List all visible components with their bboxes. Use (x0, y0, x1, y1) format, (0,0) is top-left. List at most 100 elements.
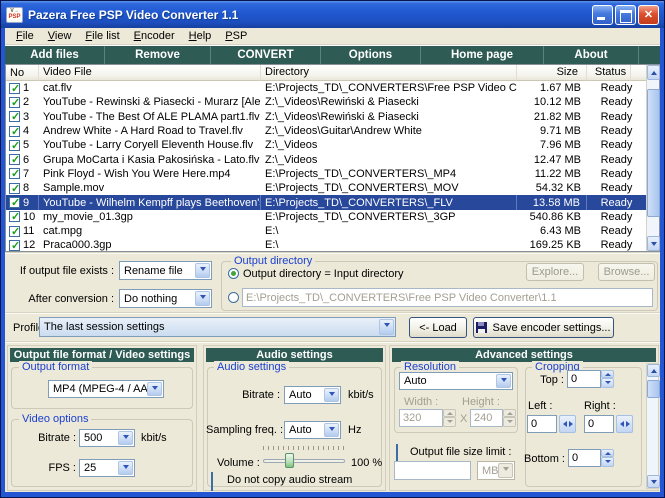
crop-top-spinner[interactable] (601, 370, 614, 388)
crop-top-input[interactable] (567, 370, 601, 388)
close-button[interactable] (638, 5, 659, 25)
video-file-cell: Grupa MoCarta i Kasia Pakosińska - Lato.… (39, 154, 261, 166)
maximize-button[interactable] (615, 5, 636, 25)
no-copy-audio-checkbox[interactable] (211, 472, 213, 491)
menu-file[interactable]: File (9, 29, 41, 43)
after-combobox[interactable]: Do nothing (119, 289, 212, 308)
table-row[interactable]: 11 cat.mpg E:\ 6.43 MB Ready (6, 224, 646, 238)
table-row[interactable]: 3 YouTube - The Best Of ALE PLAMA part1.… (6, 110, 646, 124)
volume-slider[interactable] (263, 459, 345, 463)
row-checkbox[interactable] (9, 183, 20, 194)
crop-left-arrows[interactable] (559, 415, 576, 433)
advanced-scrollbar[interactable] (646, 363, 659, 489)
table-row-selected[interactable]: 9 YouTube - Wilhelm Kempff plays Beethov… (6, 195, 646, 209)
row-checkbox[interactable] (9, 97, 20, 108)
table-row[interactable]: 5 YouTube - Larry Coryell Eleventh House… (6, 138, 646, 152)
column-header-video-file[interactable]: Video File (39, 65, 261, 81)
status-cell: Ready (587, 154, 646, 166)
scroll-up-icon[interactable] (647, 364, 660, 377)
scroll-up-icon[interactable] (647, 65, 660, 80)
scroll-down-icon[interactable] (647, 475, 660, 488)
row-checkbox[interactable] (9, 140, 20, 151)
add-files-button[interactable]: Add files (5, 46, 105, 64)
browse-button[interactable]: Browse... (598, 263, 655, 281)
height-spinner[interactable] (503, 409, 516, 427)
column-header-size[interactable]: Size (517, 65, 587, 81)
crop-bottom-spinner[interactable] (601, 449, 614, 467)
home-page-button[interactable]: Home page (421, 46, 544, 64)
chevron-down-icon[interactable] (195, 263, 210, 278)
row-checkbox[interactable] (9, 126, 20, 137)
title-bar[interactable]: V→ PSP Pazera Free PSP Video Converter 1… (1, 1, 664, 28)
height-input[interactable] (470, 409, 503, 427)
width-spinner[interactable] (443, 409, 456, 427)
video-file-cell: cat.flv (39, 82, 261, 94)
menu-encoder[interactable]: Encoder (127, 29, 182, 43)
row-checkbox[interactable] (9, 197, 20, 208)
menu-view[interactable]: View (41, 29, 79, 43)
chevron-down-icon[interactable] (195, 291, 210, 306)
menu-psp[interactable]: PSP (218, 29, 254, 43)
width-input[interactable] (399, 409, 443, 427)
audio-bitrate-combobox[interactable]: Auto (284, 386, 341, 404)
remove-button[interactable]: Remove (105, 46, 211, 64)
crop-bottom-input[interactable] (568, 449, 601, 467)
chevron-down-icon[interactable] (379, 319, 394, 335)
table-row[interactable]: 12 Praca000.3gp E:\ 169.25 KB Ready (6, 238, 646, 252)
table-row[interactable]: 4 Andrew White - A Hard Road to Travel.f… (6, 124, 646, 138)
row-checkbox[interactable] (9, 211, 20, 222)
row-checkbox[interactable] (9, 83, 20, 94)
scrollbar-thumb[interactable] (647, 380, 660, 398)
crop-right-arrows[interactable] (616, 415, 633, 433)
chevron-down-icon[interactable] (324, 388, 339, 402)
minimize-button[interactable] (592, 5, 613, 25)
volume-slider-thumb[interactable] (285, 453, 294, 468)
row-checkbox[interactable] (9, 226, 20, 237)
explore-button[interactable]: Explore... (526, 263, 584, 281)
table-row[interactable]: 6 Grupa MoCarta i Kasia Pakosińska - Lat… (6, 152, 646, 166)
audio-panel-header: Audio settings (206, 348, 383, 362)
row-checkbox[interactable] (9, 111, 20, 122)
column-header-no[interactable]: No (6, 65, 39, 81)
menu-file-list[interactable]: File list (78, 29, 126, 43)
same-directory-radio[interactable] (228, 268, 239, 279)
chevron-down-icon[interactable] (324, 423, 339, 437)
resolution-combobox[interactable]: Auto (399, 372, 513, 390)
custom-directory-input[interactable] (242, 288, 653, 307)
table-row[interactable]: 7 Pink Floyd - Wish You Were Here.mp4 E:… (6, 167, 646, 181)
row-checkbox[interactable] (9, 168, 20, 179)
row-checkbox[interactable] (9, 240, 20, 251)
chevron-down-icon[interactable] (496, 374, 511, 388)
chevron-down-icon[interactable] (118, 431, 133, 445)
column-header-status[interactable]: Status (587, 65, 631, 81)
table-row[interactable]: 10 my_movie_01.3gp E:\Projects_TD\_CONVE… (6, 210, 646, 224)
menu-help[interactable]: Help (182, 29, 219, 43)
size-limit-input[interactable] (394, 461, 471, 480)
crop-right-input[interactable] (584, 415, 614, 433)
chevron-down-icon[interactable] (147, 382, 162, 396)
scroll-down-icon[interactable] (647, 236, 660, 251)
column-header-directory[interactable]: Directory (261, 65, 517, 81)
output-format-combobox[interactable]: MP4 (MPEG-4 / AAC) (48, 380, 164, 398)
exists-combobox[interactable]: Rename file (119, 261, 212, 280)
table-row[interactable]: 2 YouTube - Rewinski & Piasecki - Murarz… (6, 95, 646, 109)
table-scrollbar[interactable] (646, 65, 659, 251)
video-bitrate-combobox[interactable]: 500 (79, 429, 135, 447)
convert-button[interactable]: CONVERT (211, 46, 321, 64)
table-row[interactable]: 8 Sample.mov E:\Projects_TD\_CONVERTERS\… (6, 181, 646, 195)
profile-combobox[interactable]: The last session settings (39, 317, 396, 337)
load-button[interactable]: <- Load (409, 317, 467, 338)
custom-directory-radio[interactable] (228, 292, 239, 303)
table-row[interactable]: 1 cat.flv E:\Projects_TD\_CONVERTERS\Fre… (6, 81, 646, 95)
chevron-down-icon[interactable] (498, 463, 513, 478)
options-button[interactable]: Options (321, 46, 421, 64)
size-unit-combobox[interactable]: MB (477, 461, 515, 480)
scrollbar-thumb[interactable] (647, 89, 660, 217)
chevron-down-icon[interactable] (118, 461, 133, 475)
fps-combobox[interactable]: 25 (79, 459, 135, 477)
save-encoder-settings-button[interactable]: Save encoder settings... (473, 317, 614, 338)
crop-left-input[interactable] (527, 415, 557, 433)
row-checkbox[interactable] (9, 154, 20, 165)
sampling-combobox[interactable]: Auto (284, 421, 341, 439)
about-button[interactable]: About (544, 46, 639, 64)
